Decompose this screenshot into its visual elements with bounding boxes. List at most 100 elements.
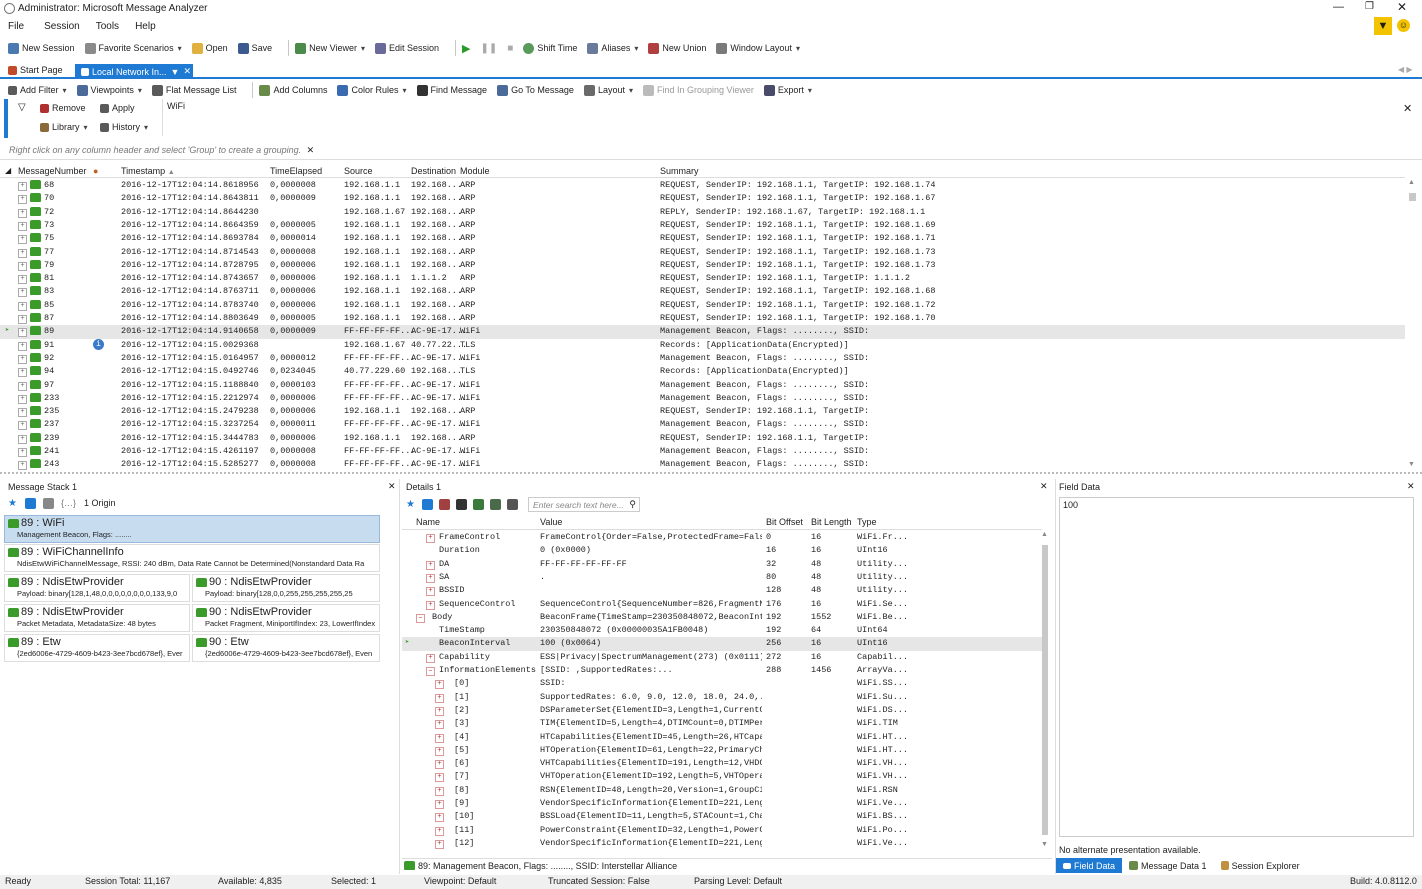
select-all-icon[interactable]: ◢ bbox=[5, 164, 11, 178]
field-expand-icon[interactable]: + bbox=[435, 745, 444, 756]
filter-close-icon[interactable]: ✕ bbox=[1403, 102, 1412, 115]
row-expand-icon[interactable]: + bbox=[18, 459, 27, 471]
table-row[interactable]: +73 2016-12-17T12:04:14.8664359 0,0000005 1… bbox=[0, 219, 1405, 232]
details-row[interactable]: + [2] DSParameterSet{ElementID=3,Length=1,… bbox=[402, 704, 1042, 717]
new-union-button[interactable]: New Union bbox=[648, 42, 706, 54]
details-row[interactable]: + SA. 80 48 Utility... bbox=[402, 571, 1042, 584]
table-row[interactable]: +77 2016-12-17T12:04:14.8714543 0,0000008 1… bbox=[0, 246, 1405, 259]
table-row[interactable]: +241 2016-12-17T12:04:15.4261197 0,0000008… bbox=[0, 445, 1405, 458]
details-pin-icon[interactable]: ★ bbox=[406, 499, 415, 510]
details-row[interactable]: + BSSID 128 48 Utility... bbox=[402, 584, 1042, 597]
details-row[interactable]: + [12] VendorSpecificInformation{ElementID… bbox=[402, 837, 1042, 850]
filter-notify-icon[interactable]: ▼ bbox=[1374, 17, 1392, 35]
library-button[interactable]: Library bbox=[40, 122, 88, 132]
window-layout-button[interactable]: Window Layout bbox=[716, 42, 800, 54]
table-row[interactable]: +68 2016-12-17T12:04:14.8618956 0,0000008 1… bbox=[0, 179, 1405, 192]
table-row[interactable]: +70 2016-12-17T12:04:14.8643811 0,0000009 1… bbox=[0, 192, 1405, 205]
details-scrollbar[interactable]: ▲ ▼ bbox=[1040, 531, 1050, 851]
menu-file[interactable]: File bbox=[8, 21, 24, 32]
details-col-value[interactable]: Value bbox=[540, 517, 562, 527]
layout-button[interactable]: Layout bbox=[583, 84, 633, 96]
tab-pin-icon[interactable]: ▼ bbox=[171, 67, 180, 77]
tab-session-explorer[interactable]: Session Explorer bbox=[1214, 861, 1307, 871]
add-column-icon[interactable] bbox=[489, 498, 501, 510]
edit-session-button[interactable]: Edit Session bbox=[375, 42, 439, 54]
details-row[interactable]: + [7] VHTOperation{ElementID=192,Length=5,… bbox=[402, 770, 1042, 783]
details-row[interactable]: + [6] VHTCapabilities{ElementID=191,Length… bbox=[402, 757, 1042, 770]
color-rules-button[interactable]: Color Rules bbox=[337, 84, 406, 96]
details-row[interactable]: + [10] BSSLoad{ElementID=11,Length=5,STACo… bbox=[402, 810, 1042, 823]
row-expand-icon[interactable]: + bbox=[18, 380, 27, 391]
row-expand-icon[interactable]: + bbox=[18, 233, 27, 245]
minimize-icon[interactable]: — bbox=[1333, 1, 1344, 13]
details-scroll-thumb[interactable] bbox=[1042, 545, 1048, 835]
braces-toggle-icon[interactable] bbox=[421, 498, 433, 510]
details-scroll-up-icon[interactable]: ▲ bbox=[1041, 531, 1048, 538]
details-row[interactable]: + [5] HTOperation{ElementID=61,Length=22,P… bbox=[402, 744, 1042, 757]
row-expand-icon[interactable]: + bbox=[18, 220, 27, 231]
table-row[interactable]: +94 2016-12-17T12:04:15.0492746 0,0234045 4… bbox=[0, 365, 1405, 378]
stack-item[interactable]: 90 : NdisEtwProvider Packet Fragment, Min… bbox=[192, 604, 380, 632]
stack-item[interactable]: 89 : NdisEtwProvider Payload: binary[128,… bbox=[4, 574, 190, 602]
field-expand-icon[interactable]: + bbox=[435, 718, 444, 730]
row-expand-icon[interactable]: + bbox=[18, 300, 27, 311]
details-search-icon[interactable]: ⚲ bbox=[629, 499, 636, 510]
field-expand-icon[interactable]: + bbox=[435, 705, 444, 716]
field-expand-icon[interactable]: + bbox=[435, 771, 444, 783]
close-icon[interactable]: ✕ bbox=[1397, 0, 1407, 14]
viewpoints-button[interactable]: Viewpoints bbox=[76, 84, 142, 96]
field-expand-icon[interactable]: + bbox=[435, 825, 444, 836]
field-expand-icon[interactable]: + bbox=[435, 678, 444, 690]
history-button[interactable]: History bbox=[100, 122, 148, 132]
restore-icon[interactable]: ❐ bbox=[1365, 1, 1374, 12]
table-row[interactable]: + i 91 2016-12-17T12:04:15.0029368 192.168.1… bbox=[0, 338, 1405, 352]
tab-message-data[interactable]: Message Data 1 bbox=[1122, 861, 1214, 871]
field-expand-icon[interactable]: + bbox=[435, 838, 444, 849]
row-expand-icon[interactable]: + bbox=[18, 446, 27, 457]
new-viewer-button[interactable]: New Viewer bbox=[295, 42, 365, 54]
tab-field-data[interactable]: Field Data bbox=[1056, 858, 1123, 873]
details-col-name[interactable]: Name bbox=[416, 517, 440, 527]
braces-icon[interactable]: {…} bbox=[61, 498, 76, 508]
table-row[interactable]: +243 2016-12-17T12:04:15.5285277 0,0000008… bbox=[0, 458, 1405, 471]
field-expand-icon[interactable]: + bbox=[426, 532, 435, 543]
col-summary[interactable]: Summary bbox=[660, 164, 699, 178]
add-columns-button[interactable]: Add Columns bbox=[259, 84, 327, 96]
scroll-thumb[interactable] bbox=[1409, 193, 1416, 201]
new-session-button[interactable]: New Session bbox=[8, 42, 75, 54]
grid-view-icon[interactable] bbox=[24, 497, 36, 509]
details-scroll-down-icon[interactable]: ▼ bbox=[1041, 841, 1048, 848]
tree-icon[interactable] bbox=[438, 498, 450, 510]
details-row[interactable]: + [4] HTCapabilities{ElementID=45,Length=2… bbox=[402, 731, 1042, 744]
expand-all-icon[interactable] bbox=[506, 498, 518, 510]
field-value-box[interactable]: 100 bbox=[1059, 497, 1414, 837]
row-expand-icon[interactable]: + bbox=[18, 393, 27, 404]
field-expand-icon[interactable]: – bbox=[426, 665, 435, 676]
row-expand-icon[interactable]: + bbox=[18, 433, 27, 444]
col-module[interactable]: Module bbox=[460, 164, 490, 178]
table-row[interactable]: +81 2016-12-17T12:04:14.8743657 0,0000006 1… bbox=[0, 272, 1405, 285]
table-row[interactable]: +83 2016-12-17T12:04:14.8763711 0,0000006 1… bbox=[0, 285, 1405, 298]
details-row[interactable]: + [11] PowerConstraint{ElementID=32,Length… bbox=[402, 824, 1042, 837]
row-expand-icon[interactable]: + bbox=[18, 419, 27, 431]
details-row[interactable]: ➤ BeaconInterval 100 (0x0064) 256 16 UInt16 bbox=[402, 637, 1042, 651]
pin-icon[interactable]: ★ bbox=[8, 498, 17, 509]
details-row[interactable]: Duration 0 (0x0000) 16 16 UInt16 bbox=[402, 544, 1042, 557]
table-row[interactable]: +92 2016-12-17T12:04:15.0164957 0,0000012 F… bbox=[0, 352, 1405, 365]
stack-item[interactable]: 89 : NdisEtwProvider Packet Metadata, Met… bbox=[4, 604, 190, 632]
go-to-message-button[interactable]: Go To Message bbox=[497, 84, 574, 96]
menu-tools[interactable]: Tools bbox=[96, 21, 119, 32]
menu-session[interactable]: Session bbox=[44, 21, 80, 32]
row-expand-icon[interactable]: + bbox=[18, 260, 27, 271]
scroll-down-icon[interactable]: ▼ bbox=[1408, 461, 1415, 468]
col-timestamp[interactable]: Timestamp ▲ bbox=[121, 164, 175, 178]
save-button[interactable]: Save bbox=[237, 42, 272, 54]
field-expand-icon[interactable]: + bbox=[435, 732, 444, 743]
field-expand-icon[interactable]: + bbox=[426, 652, 435, 663]
row-expand-icon[interactable]: + bbox=[18, 247, 27, 258]
row-expand-icon[interactable]: + bbox=[18, 180, 27, 191]
table-row[interactable]: +75 2016-12-17T12:04:14.8693784 0,0000014 1… bbox=[0, 232, 1405, 245]
diagnosis-column-icon[interactable]: ● bbox=[93, 164, 98, 178]
col-time-elapsed[interactable]: TimeElapsed bbox=[270, 164, 322, 178]
tab-close-icon[interactable]: ✕ bbox=[183, 66, 191, 77]
